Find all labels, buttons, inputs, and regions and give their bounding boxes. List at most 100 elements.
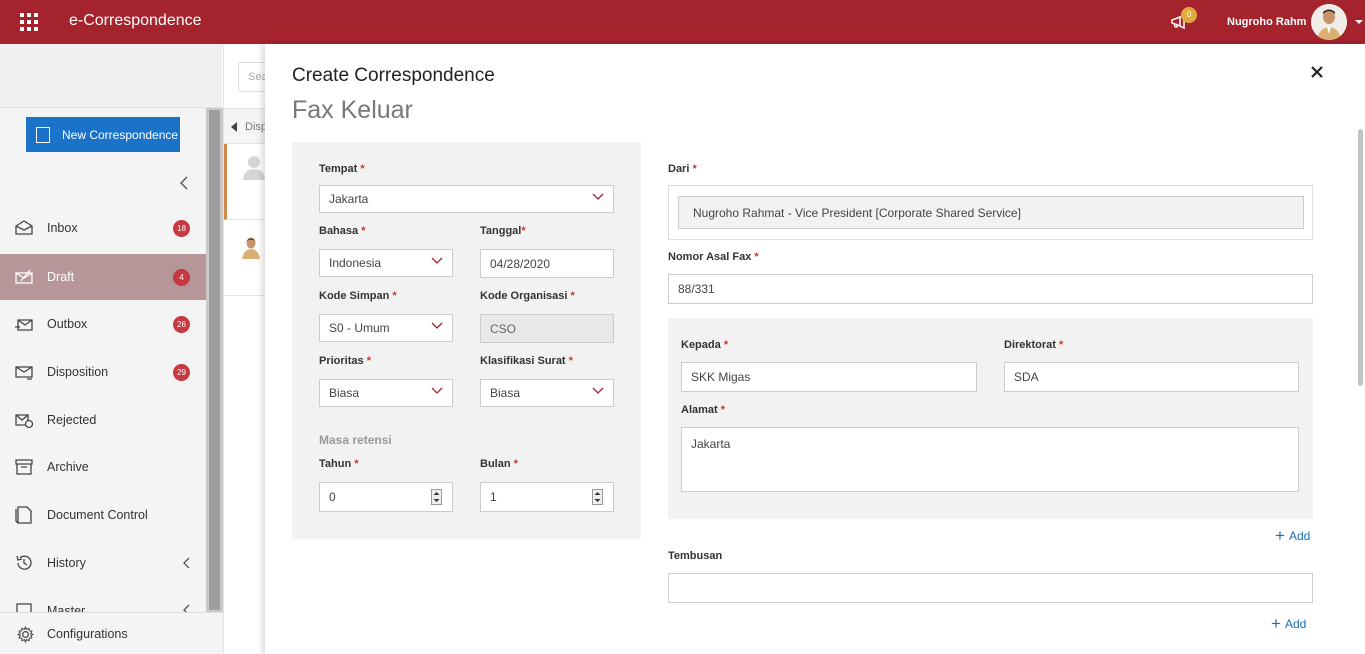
tanggal-value: 04/28/2020 bbox=[490, 256, 551, 271]
bulan-label: Bulan * bbox=[480, 458, 518, 470]
apps-grid-icon[interactable] bbox=[20, 13, 38, 31]
nomor-asal-fax-input[interactable]: 88/331 bbox=[668, 274, 1313, 304]
chevron-down-icon bbox=[431, 322, 443, 329]
collapse-sidebar-icon[interactable] bbox=[178, 176, 190, 190]
kode-simpan-label: Kode Simpan * bbox=[319, 290, 397, 302]
master-icon bbox=[16, 603, 32, 612]
tembusan-input[interactable] bbox=[668, 573, 1313, 603]
dari-label: Dari * bbox=[668, 163, 697, 175]
avatar bbox=[242, 237, 260, 259]
kode-organisasi-value: CSO bbox=[490, 321, 517, 336]
tempat-select[interactable]: Jakarta bbox=[319, 185, 614, 213]
chevron-down-icon bbox=[592, 387, 604, 394]
top-bar: e-Correspondence 0 Nugroho Rahm bbox=[0, 0, 1365, 44]
sidebar-item-document-control[interactable]: Document Control bbox=[0, 492, 206, 538]
alamat-label: Alamat * bbox=[681, 404, 726, 416]
tempat-label: Tempat * bbox=[319, 163, 365, 175]
tahun-stepper[interactable] bbox=[431, 489, 442, 505]
prioritas-select[interactable]: Biasa bbox=[319, 379, 453, 407]
tahun-number-input[interactable]: 0 bbox=[319, 482, 453, 512]
sidebar-item-archive[interactable]: Archive bbox=[0, 444, 206, 490]
chevron-down-icon bbox=[431, 387, 443, 394]
dari-input: Nugroho Rahmat - Vice President [Corpora… bbox=[678, 196, 1304, 229]
inbox-count-badge: 18 bbox=[173, 219, 190, 237]
draft-count-badge: 4 bbox=[173, 268, 190, 286]
tahun-value: 0 bbox=[329, 490, 336, 504]
sidebar-item-label: Document Control bbox=[47, 508, 148, 522]
chevron-left-icon bbox=[183, 557, 190, 569]
caret-left-icon bbox=[231, 122, 237, 132]
sidebar-item-label: Inbox bbox=[47, 221, 78, 235]
klasifikasi-surat-label: Klasifikasi Surat * bbox=[480, 355, 573, 367]
kepada-input[interactable]: SKK Migas bbox=[681, 362, 977, 392]
notification-badge: 0 bbox=[1181, 7, 1197, 23]
chevron-left-icon bbox=[183, 604, 190, 612]
direktorat-input[interactable]: SDA bbox=[1004, 362, 1299, 392]
user-menu-caret-icon[interactable] bbox=[1355, 20, 1363, 24]
bahasa-label: Bahasa * bbox=[319, 225, 366, 237]
sidebar-item-history[interactable]: History bbox=[0, 540, 206, 586]
disposition-icon bbox=[15, 366, 33, 380]
alamat-textarea[interactable]: Jakarta bbox=[681, 427, 1299, 492]
sidebar-item-disposition[interactable]: Disposition 29 bbox=[0, 349, 206, 395]
sidebar-item-label: Rejected bbox=[47, 413, 97, 427]
add-recipient-link[interactable]: + Add bbox=[1275, 527, 1310, 544]
masa-retensi-heading: Masa retensi bbox=[319, 433, 392, 447]
add-tembusan-link[interactable]: + Add bbox=[1271, 614, 1306, 633]
gear-icon bbox=[17, 626, 34, 643]
user-name[interactable]: Nugroho Rahm bbox=[1227, 16, 1306, 28]
outbox-count-badge: 26 bbox=[173, 315, 190, 333]
bahasa-value: Indonesia bbox=[329, 256, 382, 270]
direktorat-label: Direktorat * bbox=[1004, 339, 1064, 351]
list-item[interactable] bbox=[224, 144, 266, 220]
sidebar-scrollbar-thumb[interactable] bbox=[209, 110, 220, 610]
outbox-icon bbox=[15, 319, 33, 331]
kode-simpan-value: S0 - Umum bbox=[329, 321, 390, 335]
document-control-icon bbox=[15, 506, 32, 524]
dari-container: Nugroho Rahmat - Vice President [Corpora… bbox=[668, 185, 1313, 240]
configurations-label: Configurations bbox=[47, 627, 128, 641]
create-correspondence-panel: Create Correspondence Fax Keluar Tempat … bbox=[265, 44, 1365, 654]
kepada-value: SKK Migas bbox=[691, 370, 751, 384]
sidebar-item-label: Draft bbox=[47, 270, 75, 284]
kode-organisasi-input: CSO bbox=[480, 314, 614, 343]
list-item[interactable] bbox=[224, 220, 266, 296]
new-correspondence-label: New Correspondence bbox=[62, 127, 179, 142]
prioritas-value: Biasa bbox=[329, 386, 360, 400]
sidebar-item-label: History bbox=[47, 556, 86, 570]
rejected-icon bbox=[15, 414, 33, 429]
close-icon[interactable] bbox=[1309, 64, 1325, 80]
sidebar-item-rejected[interactable]: Rejected bbox=[0, 397, 206, 443]
new-correspondence-button[interactable]: New Correspondence bbox=[26, 117, 180, 152]
klasifikasi-surat-value: Biasa bbox=[490, 386, 521, 400]
bulan-stepper[interactable] bbox=[592, 489, 603, 505]
sidebar-item-label: Archive bbox=[47, 460, 89, 474]
prioritas-label: Prioritas * bbox=[319, 355, 371, 367]
recipient-section: Kepada * SKK Migas Direktorat * SDA Alam… bbox=[668, 318, 1313, 519]
sidebar-item-inbox[interactable]: Inbox 18 bbox=[0, 205, 206, 251]
sidebar-item-label: Outbox bbox=[47, 317, 88, 331]
sidebar: New Correspondence Inbox 18 Draft 4 Outb… bbox=[0, 44, 222, 654]
disposition-tab-label: Disp bbox=[245, 121, 268, 133]
bahasa-select[interactable]: Indonesia bbox=[319, 249, 453, 277]
alamat-value: Jakarta bbox=[691, 437, 731, 451]
plus-icon: + bbox=[1271, 614, 1281, 633]
bulan-number-input[interactable]: 1 bbox=[480, 482, 614, 512]
sidebar-item-master[interactable]: Master bbox=[0, 588, 206, 612]
dari-value: Nugroho Rahmat - Vice President [Corpora… bbox=[693, 205, 1021, 220]
sidebar-top bbox=[0, 44, 222, 108]
panel-subtitle: Fax Keluar bbox=[292, 96, 413, 124]
inbox-icon bbox=[15, 220, 33, 235]
stepper-arrows-icon bbox=[433, 492, 440, 502]
sidebar-item-draft[interactable]: Draft 4 bbox=[0, 254, 206, 300]
disposition-tab[interactable]: Disp bbox=[224, 108, 268, 144]
kode-simpan-select[interactable]: S0 - Umum bbox=[319, 314, 453, 342]
left-form-section: Tempat * Jakarta Bahasa * Indonesia Tang… bbox=[292, 142, 641, 539]
klasifikasi-surat-select[interactable]: Biasa bbox=[480, 379, 614, 407]
panel-scrollbar[interactable] bbox=[1358, 129, 1363, 386]
avatar[interactable] bbox=[1311, 4, 1347, 40]
sidebar-item-outbox[interactable]: Outbox 26 bbox=[0, 301, 206, 347]
tanggal-date-input[interactable]: 04/28/2020 bbox=[480, 249, 614, 278]
configurations-item[interactable]: Configurations bbox=[0, 612, 223, 654]
app-title: e-Correspondence bbox=[69, 12, 202, 29]
